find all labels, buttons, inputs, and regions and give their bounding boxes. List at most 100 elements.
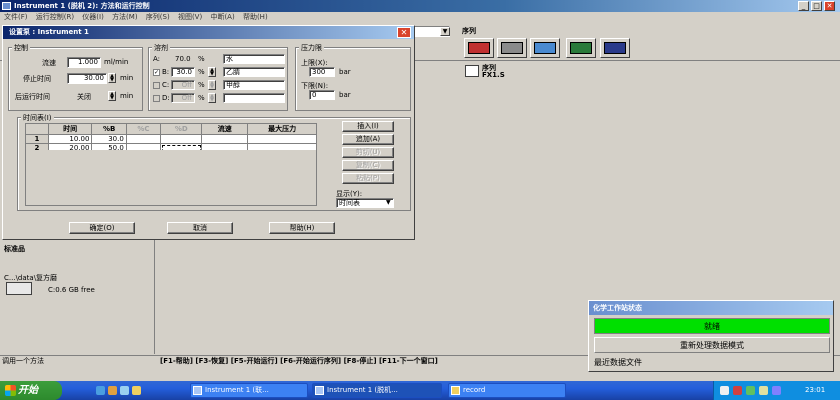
solvent-b-name[interactable]: 乙腈 [223,67,285,77]
toolbar-sequence-label: 序列 [462,27,476,35]
menu-method[interactable]: 方法(M) [112,13,138,21]
menu-view[interactable]: 视图(V) [178,13,202,21]
solvent-d-spinner[interactable]: ▲ ▼ [208,93,216,103]
header-d: %D [160,123,203,135]
chromatogram-button[interactable] [530,38,560,58]
sequence-params-button[interactable] [464,38,494,58]
minimize-button[interactable]: _ [798,1,809,11]
append-button[interactable]: 追加(A) [342,134,394,145]
taskbar-task-record[interactable]: record [448,383,566,398]
header-index [25,123,49,135]
header-max-pressure: 最大压力 [247,123,317,135]
dialog-close-button[interactable]: ✕ [397,27,411,38]
table-row[interactable]: 1 10.00 30.0 [25,134,317,144]
row-max-pressure[interactable] [247,134,317,144]
row-d[interactable] [160,134,203,144]
solvent-c-unit: % [198,81,205,89]
insert-button[interactable]: 插入(I) [342,121,394,132]
solvent-a-name[interactable]: 水 [223,54,285,64]
row-flow[interactable] [201,134,249,144]
menu-run-control[interactable]: 运行控制(R) [36,13,74,21]
header-time: 时间 [47,123,93,135]
solvent-legend: 溶剂 [152,43,170,53]
cancel-button[interactable]: 取消 [167,222,233,234]
solvent-b-key: B: [162,68,170,76]
workstation-status-panel: 化学工作站状态 就绪 重新处理数据模式 最近数据文件 [588,300,834,372]
status-ready: 就绪 [594,318,830,334]
tray-security-icon[interactable] [733,386,742,395]
menu-sequence[interactable]: 序列(S) [146,13,170,21]
taskbar-task-instrument-offline[interactable]: Instrument 1 (脱机... [312,383,442,398]
tray-volume-icon[interactable] [759,386,768,395]
solvent-b-unit: % [198,68,205,76]
clock: 23:01 [805,386,826,394]
dialog-title[interactable]: 设置泵 : Instrument 1 [3,26,414,39]
taskbar-task-instrument-online[interactable]: Instrument 1 (联... [190,383,308,398]
chevron-down-icon[interactable]: ▼ [440,27,450,36]
solvent-c-percent[interactable]: Off [171,80,195,90]
row-time[interactable]: 10.00 [47,134,93,144]
quicklaunch-desktop-icon[interactable] [120,386,129,395]
lower-limit-input[interactable]: 0 [309,90,335,100]
post-time-spinner[interactable]: ▲ ▼ [108,91,116,101]
solvent-b-checkbox[interactable]: ✓ [153,69,160,76]
solvent-c-name[interactable]: 甲醇 [223,80,285,90]
app-icon [2,2,11,10]
tray-network-icon[interactable] [720,386,729,395]
solvent-c-key: C: [162,81,170,89]
solvent-c-checkbox[interactable] [153,82,160,89]
solvent-c-spinner[interactable]: ▲ ▼ [208,80,216,90]
timetable-empty-area [25,150,317,206]
chevron-down-icon[interactable]: ▼ [386,199,391,206]
menu-abort[interactable]: 中断(A) [210,13,234,21]
maximize-button[interactable]: □ [811,1,822,11]
menu-help[interactable]: 帮助(H) [243,13,268,21]
ok-button[interactable]: 确定(O) [69,222,135,234]
header-b: %B [91,123,127,135]
copy-button[interactable]: 复制(C) [342,160,394,171]
tray-ime-icon[interactable] [772,386,781,395]
menubar: 文件(F) 运行控制(R) 仪器(I) 方法(M) 序列(S) 视图(V) 中断… [0,12,840,23]
sequence-info-value: FX1.S [482,71,505,79]
workstation-status-title: 化学工作站状态 [589,301,833,315]
solvent-a-key: A: [153,55,161,63]
paste-button[interactable]: 粘贴(P) [342,173,394,184]
solvent-a-percent: 70.0 [175,55,191,63]
quicklaunch-folder-icon[interactable] [108,386,117,395]
menu-file[interactable]: 文件(F) [4,13,28,21]
timetable-legend: 时间表(I) [21,113,54,123]
sequence-table-button[interactable] [497,38,527,58]
solvent-d-checkbox[interactable] [153,95,160,102]
sequence-icon [465,65,479,77]
app-icon [193,386,202,395]
stop-time-label: 停止时间 [23,75,51,83]
row-b[interactable]: 30.0 [91,134,127,144]
cut-button[interactable]: 剪切(U) [342,147,394,158]
app-titlebar[interactable]: Instrument 1 (脱机 2): 方法和运行控制 [0,0,840,12]
post-time-value[interactable]: 关闭 [77,92,91,102]
close-button[interactable]: ✕ [824,1,835,11]
reprocess-mode-button[interactable]: 重新处理数据模式 [594,337,830,353]
report-button[interactable] [566,38,596,58]
run-sequence-button[interactable] [600,38,630,58]
solvent-b-percent[interactable]: 30.0 [171,67,195,77]
pump-setup-dialog: 设置泵 : Instrument 1 ✕ 控制 流速 1.000 ml/min … [2,25,415,240]
row-index: 1 [25,134,49,144]
solvent-b-spinner[interactable]: ▲ ▼ [208,67,216,77]
pressure-legend: 压力限 [299,43,324,53]
windows-logo-icon [5,385,16,396]
stop-time-input[interactable]: 30.00 [67,73,107,84]
quicklaunch-app-icon[interactable] [132,386,141,395]
help-button[interactable]: 帮助(H) [269,222,335,234]
solvent-d-percent[interactable]: Off [171,93,195,103]
solvent-d-name[interactable] [223,93,285,103]
upper-limit-input[interactable]: 300 [309,67,335,77]
quicklaunch-ie-icon[interactable] [96,386,105,395]
stop-time-spinner[interactable]: ▲ ▼ [108,73,116,83]
pressure-group [295,47,411,111]
tray-agent-icon[interactable] [746,386,755,395]
stop-time-unit: min [120,74,134,82]
row-c[interactable] [125,134,162,144]
menu-instrument[interactable]: 仪器(I) [82,13,104,21]
flow-input[interactable]: 1.000 [67,57,101,68]
